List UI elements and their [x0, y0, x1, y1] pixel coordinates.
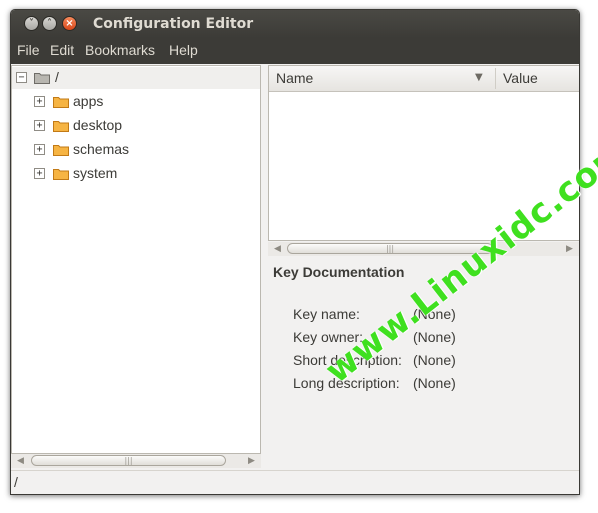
key-tree[interactable]: − / + apps + desktop + schemas + system [11, 65, 261, 454]
title-bar[interactable]: ˅ ˄ × Configuration Editor [11, 10, 579, 38]
folder-icon [53, 167, 69, 180]
folder-icon [53, 119, 69, 132]
expand-icon[interactable]: + [34, 144, 45, 155]
tree-label-desktop: desktop [73, 117, 123, 133]
sort-descending-icon[interactable]: ▼ [475, 72, 483, 83]
close-button[interactable]: × [62, 16, 77, 31]
collapse-icon[interactable]: − [16, 72, 27, 83]
tree-row-desktop[interactable]: + desktop [12, 115, 260, 137]
column-name-header[interactable]: Name [276, 70, 313, 86]
tree-horizontal-scrollbar[interactable]: ◀ ||| ▶ [11, 454, 261, 468]
scrollbar-thumb[interactable]: ||| [31, 455, 226, 466]
tree-label-system: system [73, 165, 118, 181]
menu-file[interactable]: File [17, 42, 40, 58]
expand-icon[interactable]: + [34, 168, 45, 179]
folder-icon [53, 143, 69, 156]
scroll-left-arrow-icon[interactable]: ◀ [17, 454, 24, 468]
scroll-right-arrow-icon[interactable]: ▶ [248, 454, 255, 468]
menu-edit[interactable]: Edit [50, 42, 74, 58]
status-path: / [14, 474, 18, 490]
menu-bookmarks[interactable]: Bookmarks [85, 42, 155, 58]
tree-row-root[interactable]: − / [12, 67, 260, 89]
list-header: Name ▼ Value [269, 66, 579, 92]
tree-row-apps[interactable]: + apps [12, 91, 260, 113]
minimize-button[interactable]: ˅ [24, 16, 39, 31]
scroll-right-arrow-icon[interactable]: ▶ [566, 242, 573, 256]
tree-label-schemas: schemas [73, 141, 130, 157]
menu-help[interactable]: Help [169, 42, 198, 58]
list-horizontal-scrollbar[interactable]: ◀ ||| ▶ [268, 242, 579, 256]
column-separator[interactable] [495, 68, 496, 89]
maximize-button[interactable]: ˄ [42, 16, 57, 31]
status-bar: / [11, 470, 579, 494]
expand-icon[interactable]: + [34, 120, 45, 131]
key-name-label: Key name: [293, 306, 360, 322]
window-title: Configuration Editor [93, 16, 254, 32]
column-value-header[interactable]: Value [503, 70, 538, 86]
expand-icon[interactable]: + [34, 96, 45, 107]
menu-bar: File Edit Bookmarks Help [11, 38, 579, 64]
tree-row-schemas[interactable]: + schemas [12, 139, 260, 161]
key-documentation-title: Key Documentation [273, 264, 405, 280]
scroll-left-arrow-icon[interactable]: ◀ [274, 242, 281, 256]
tree-row-system[interactable]: + system [12, 163, 260, 185]
long-description-value: (None) [413, 375, 456, 391]
short-description-value: (None) [413, 352, 456, 368]
folder-icon [53, 95, 69, 108]
tree-label-apps: apps [73, 93, 104, 109]
tree-label-root: / [55, 69, 59, 85]
folder-icon [34, 71, 50, 84]
